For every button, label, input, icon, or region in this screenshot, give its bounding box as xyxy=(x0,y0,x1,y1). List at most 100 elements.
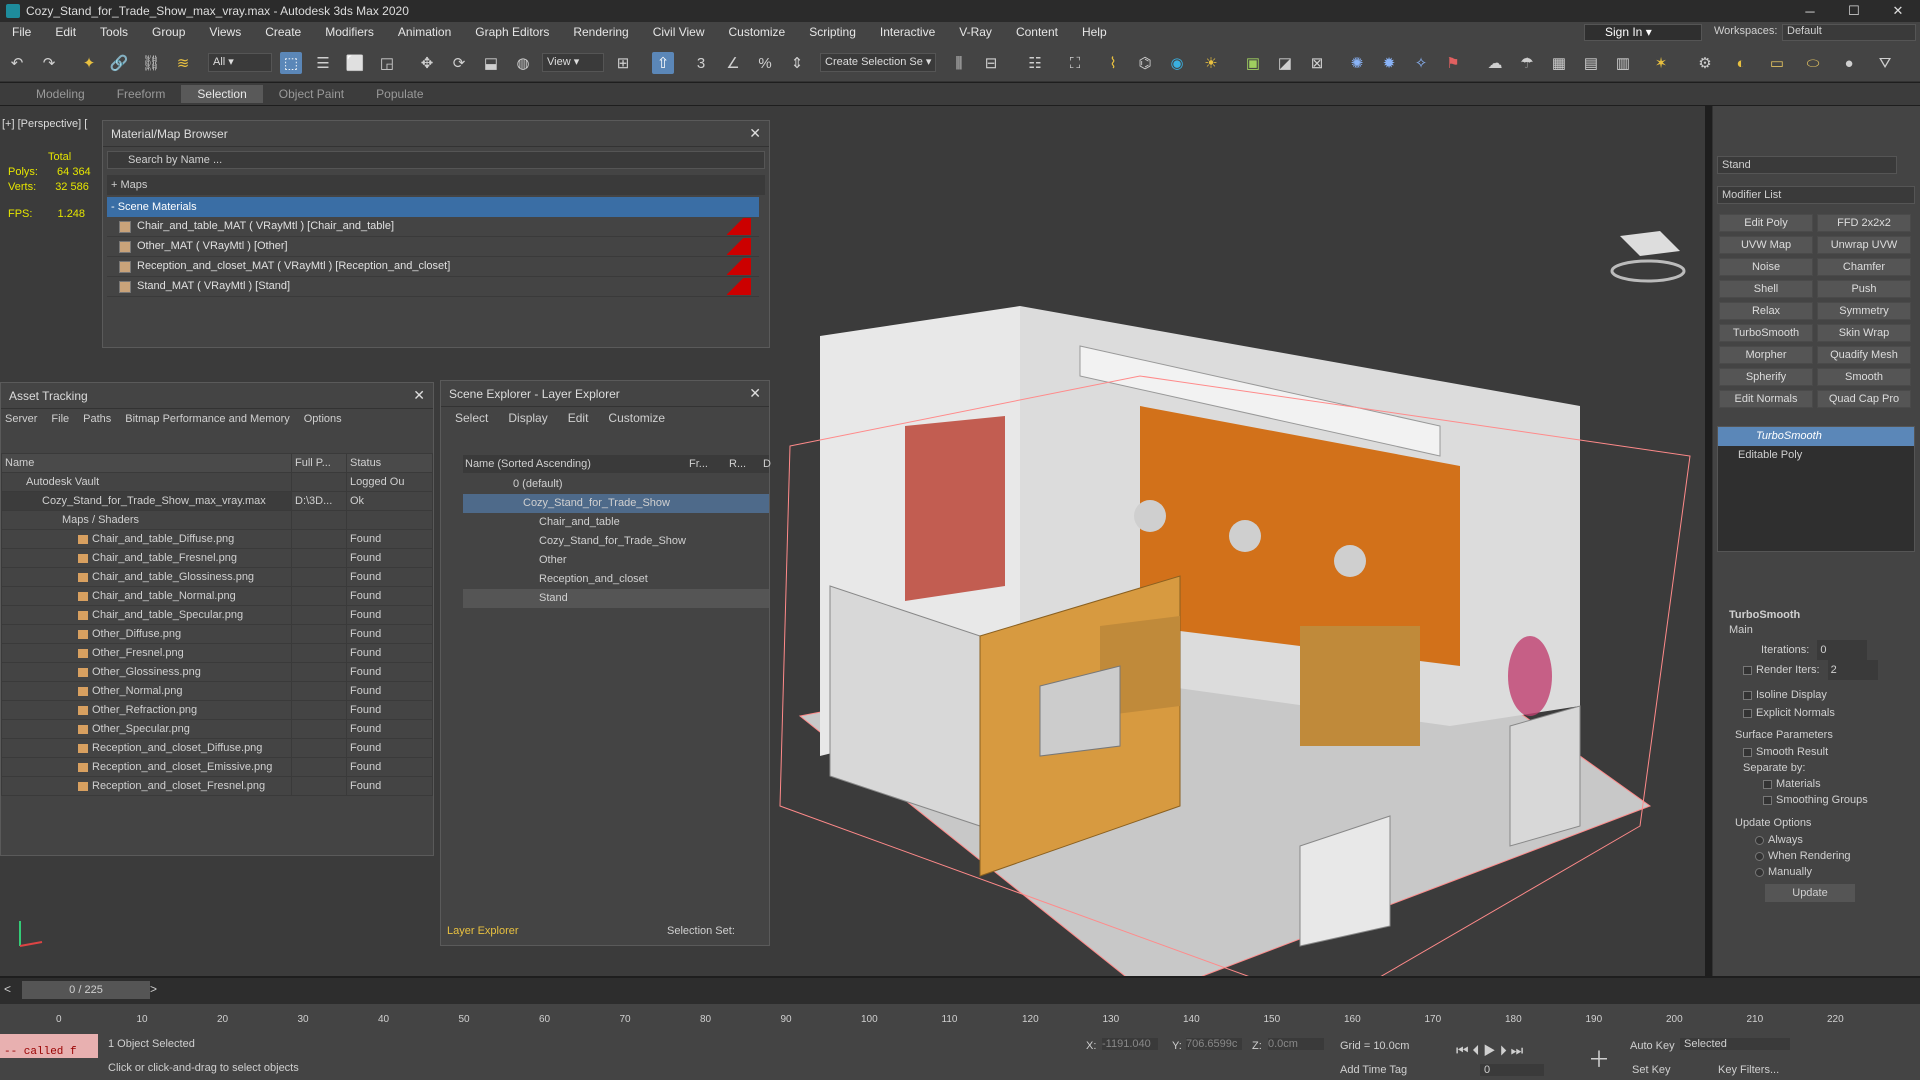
track-bar[interactable]: 0 10 20 30 40 50 60 70 80 90 100 110 120 130 140 150 160… xyxy=(0,1004,1920,1034)
unlink-icon[interactable]: ⛓ xyxy=(140,52,162,74)
maps-group[interactable]: + Maps xyxy=(107,175,765,195)
tree-row[interactable]: Cozy_Stand_for_Trade_Show xyxy=(463,532,769,551)
curve-editor-icon[interactable]: ⌇ xyxy=(1102,52,1124,74)
toggle-layer-explorer-icon[interactable]: ⛶ xyxy=(1064,52,1086,74)
modifier-push-button[interactable]: Push xyxy=(1817,280,1911,298)
maxscript-listener[interactable]: -- called f xyxy=(0,1034,98,1058)
vray-icon-1[interactable]: ✺ xyxy=(1346,52,1368,74)
select-object-icon[interactable]: ⬚ xyxy=(280,52,302,74)
add-time-tag[interactable]: Add Time Tag xyxy=(1340,1064,1407,1076)
vray-icon-5[interactable]: ☁ xyxy=(1484,52,1506,74)
rollout-title[interactable]: TurboSmooth xyxy=(1717,606,1915,624)
tree-row[interactable]: Chair_and_table xyxy=(463,513,769,532)
reference-coord-dropdown[interactable]: View ▾ xyxy=(542,53,604,72)
z-field[interactable]: 0.0cm xyxy=(1268,1038,1324,1050)
tree-row[interactable]: Stand xyxy=(463,589,769,608)
ribbon-tab-freeform[interactable]: Freeform xyxy=(101,85,182,103)
materials-checkbox[interactable] xyxy=(1763,779,1772,789)
asset-menu-paths[interactable]: Paths xyxy=(83,409,111,429)
modifier-symmetry-button[interactable]: Symmetry xyxy=(1817,302,1911,320)
close-icon[interactable]: ✕ xyxy=(749,125,761,142)
update-button[interactable]: Update xyxy=(1765,884,1855,902)
table-row[interactable]: Other_Refraction.png Found xyxy=(1,700,433,720)
mirror-icon[interactable]: ⫼ xyxy=(948,52,970,74)
stack-item-turbosmooth[interactable]: TurboSmooth xyxy=(1718,427,1914,446)
viewport-label[interactable]: [+] [Perspective] [ xyxy=(2,118,87,130)
scale-icon[interactable]: ⬓ xyxy=(480,52,502,74)
explicit-normals-checkbox[interactable] xyxy=(1743,708,1752,718)
material-browser-header[interactable]: Material/Map Browser ✕ xyxy=(103,121,769,147)
table-row[interactable]: Other_Fresnel.png Found xyxy=(1,643,433,663)
select-link-icon[interactable]: ✦ xyxy=(78,52,100,74)
manually-radio[interactable] xyxy=(1755,867,1764,877)
ribbon-tab-populate[interactable]: Populate xyxy=(360,85,439,103)
window-crossing-icon[interactable]: ◲ xyxy=(376,52,398,74)
layer-explorer-dropdown[interactable]: Layer Explorer xyxy=(443,925,519,937)
menu-file[interactable]: File xyxy=(0,25,43,39)
menu-civil-view[interactable]: Civil View xyxy=(641,25,717,39)
table-row[interactable]: Reception_and_closet_Diffuse.png Found xyxy=(1,738,433,758)
object-name-field[interactable]: Stand xyxy=(1717,156,1897,174)
vray-icon-9[interactable]: ▥ xyxy=(1612,52,1634,74)
modifier-shell-button[interactable]: Shell xyxy=(1719,280,1813,298)
render-production-icon[interactable]: ◪ xyxy=(1274,52,1296,74)
table-row[interactable]: Autodesk Vault Logged Ou xyxy=(1,472,433,492)
vray-icon-13[interactable]: ⬭ xyxy=(1802,52,1824,74)
menu-customize[interactable]: Customize xyxy=(717,25,798,39)
se-menu-display[interactable]: Display xyxy=(508,407,547,429)
redo-icon[interactable]: ↷ xyxy=(38,52,60,74)
table-row[interactable]: Chair_and_table_Fresnel.png Found xyxy=(1,548,433,568)
table-row[interactable]: Chair_and_table_Specular.png Found xyxy=(1,605,433,625)
menu-create[interactable]: Create xyxy=(253,25,313,39)
set-key-button[interactable]: Set Key xyxy=(1632,1064,1671,1076)
table-row[interactable]: Other_Diffuse.png Found xyxy=(1,624,433,644)
modifier-turbosmooth-button[interactable]: TurboSmooth xyxy=(1719,324,1813,342)
close-icon[interactable]: ✕ xyxy=(413,387,425,404)
close-button[interactable]: ✕ xyxy=(1876,0,1920,22)
auto-key-button[interactable]: Auto Key xyxy=(1630,1040,1675,1052)
vray-icon-6[interactable]: ☂ xyxy=(1516,52,1538,74)
ribbon-tab-object-paint[interactable]: Object Paint xyxy=(263,85,360,103)
minimize-button[interactable]: ─ xyxy=(1788,0,1832,22)
selection-set-dropdown[interactable]: Selected xyxy=(1680,1038,1790,1050)
table-row[interactable]: Chair_and_table_Normal.png Found xyxy=(1,586,433,606)
vray-icon-12[interactable]: ▭ xyxy=(1766,52,1788,74)
stack-item-editable-poly[interactable]: Editable Poly xyxy=(1718,446,1914,465)
table-row[interactable]: Maps / Shaders xyxy=(1,510,433,530)
render-setup-icon[interactable]: ☀ xyxy=(1200,52,1222,74)
modifier-skin-wrap-button[interactable]: Skin Wrap xyxy=(1817,324,1911,342)
vray-icon-3[interactable]: ✧ xyxy=(1410,52,1432,74)
tree-row[interactable]: Other xyxy=(463,551,769,570)
search-input[interactable]: Search by Name ... xyxy=(107,151,765,169)
asset-menu-options[interactable]: Options xyxy=(304,409,342,429)
selection-filter-dropdown[interactable]: All ▾ xyxy=(208,53,272,72)
menu-help[interactable]: Help xyxy=(1070,25,1119,39)
y-field[interactable]: 706.6599c xyxy=(1186,1038,1242,1050)
next-frame-icon[interactable]: > xyxy=(150,982,157,996)
material-editor-icon[interactable]: ◉ xyxy=(1166,52,1188,74)
select-manipulate-icon[interactable]: ⇧ xyxy=(652,52,674,74)
ribbon-tab-selection[interactable]: Selection xyxy=(181,85,263,103)
menu-vray[interactable]: V-Ray xyxy=(947,25,1004,39)
vray-icon-4[interactable]: ⚑ xyxy=(1442,52,1464,74)
move-icon[interactable]: ✥ xyxy=(416,52,438,74)
modifier-morpher-button[interactable]: Morpher xyxy=(1719,346,1813,364)
menu-edit[interactable]: Edit xyxy=(43,25,88,39)
isoline-checkbox[interactable] xyxy=(1743,690,1752,700)
x-field[interactable]: -1191.040 xyxy=(1102,1038,1158,1050)
tree-row[interactable]: 0 (default) xyxy=(463,475,769,494)
tree-row[interactable]: Reception_and_closet xyxy=(463,570,769,589)
menu-group[interactable]: Group xyxy=(140,25,197,39)
close-icon[interactable]: ✕ xyxy=(749,385,761,402)
vray-icon-15[interactable]: ⛛ xyxy=(1874,52,1896,74)
rendered-frame-icon[interactable]: ▣ xyxy=(1242,52,1264,74)
render-iters-checkbox[interactable] xyxy=(1743,665,1752,675)
rotate-icon[interactable]: ⟳ xyxy=(448,52,470,74)
named-selection-dropdown[interactable]: Create Selection Se ▾ xyxy=(820,53,936,72)
vray-icon-14[interactable]: ● xyxy=(1838,52,1860,74)
modifier-chamfer-button[interactable]: Chamfer xyxy=(1817,258,1911,276)
angle-snap-icon[interactable]: ∠ xyxy=(722,52,744,74)
modifier-edit-normals-button[interactable]: Edit Normals xyxy=(1719,390,1813,408)
workspace-dropdown[interactable]: Default xyxy=(1782,24,1916,41)
render-online-icon[interactable]: ⊠ xyxy=(1306,52,1328,74)
